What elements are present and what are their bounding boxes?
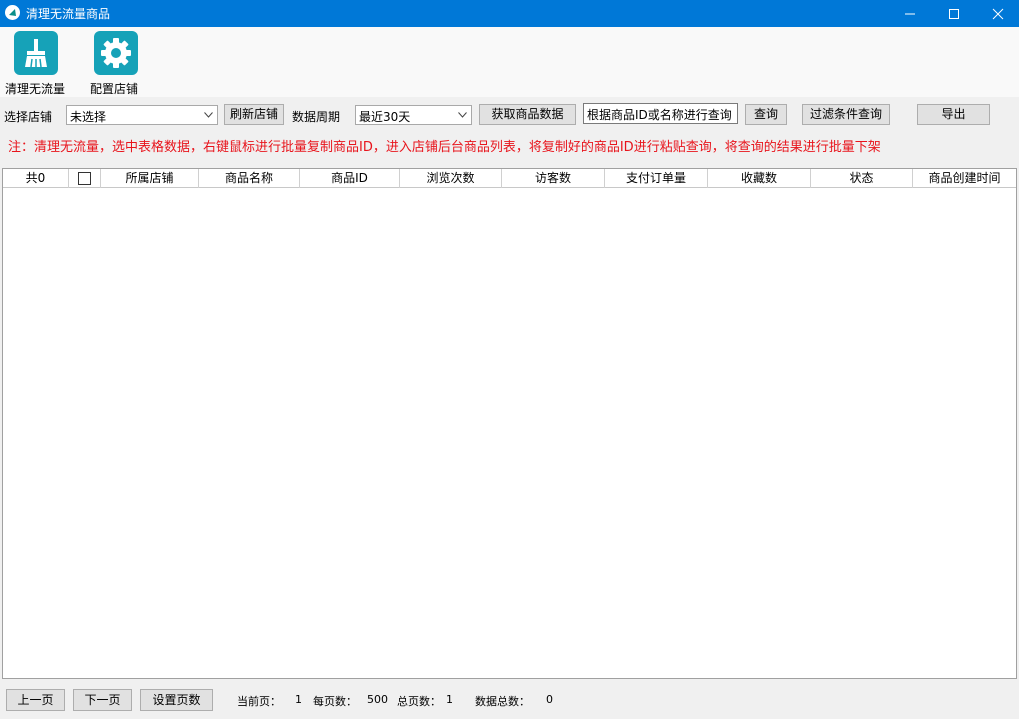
data-table[interactable]: 共0 所属店铺 商品名称 商品ID 浏览次数 访客数 支付订单量 收藏数 状态 … — [2, 168, 1017, 679]
total-pages-value: 1 — [446, 693, 453, 706]
minimize-icon — [905, 13, 915, 15]
total-count-label: 数据总数： — [475, 695, 530, 708]
total-pages-label: 总页数： — [397, 695, 441, 708]
current-page-value: 1 — [295, 693, 302, 706]
store-select-label: 选择店铺 — [4, 110, 53, 124]
close-button[interactable] — [975, 0, 1019, 27]
prev-page-button[interactable]: 上一页 — [6, 689, 65, 711]
maximize-icon — [949, 9, 959, 19]
per-page-value: 500 — [367, 693, 388, 706]
fetch-data-button[interactable]: 获取商品数据 — [479, 104, 576, 125]
column-header-product-id[interactable]: 商品ID — [300, 169, 400, 188]
column-header-select[interactable] — [69, 169, 101, 188]
broom-icon — [14, 31, 58, 75]
column-header-count[interactable]: 共0 — [3, 169, 69, 188]
gear-icon — [94, 31, 138, 75]
period-select-label: 数据周期 — [292, 110, 341, 124]
query-button[interactable]: 查询 — [745, 104, 787, 125]
clean-no-traffic-button[interactable]: 清理无流量 — [0, 31, 70, 96]
filter-query-button[interactable]: 过滤条件查询 — [802, 104, 890, 125]
table-header: 共0 所属店铺 商品名称 商品ID 浏览次数 访客数 支付订单量 收藏数 状态 … — [3, 169, 1016, 188]
close-icon — [992, 8, 1004, 20]
app-logo-icon — [5, 5, 20, 20]
column-header-store[interactable]: 所属店铺 — [101, 169, 199, 188]
per-page-label: 每页数： — [313, 695, 357, 708]
store-select[interactable]: 未选择 — [66, 105, 218, 125]
maximize-button[interactable] — [931, 0, 977, 27]
period-select-value: 最近30天 — [359, 110, 411, 124]
total-count-value: 0 — [546, 693, 553, 706]
column-header-product-name[interactable]: 商品名称 — [199, 169, 300, 188]
title-bar: 清理无流量商品 — [0, 0, 1019, 27]
column-header-views[interactable]: 浏览次数 — [400, 169, 502, 188]
toolbar: 清理无流量 配置店铺 — [0, 27, 1019, 97]
select-all-checkbox[interactable] — [78, 172, 91, 185]
search-input[interactable]: 根据商品ID或名称进行查询 — [583, 103, 738, 124]
column-header-favorites[interactable]: 收藏数 — [708, 169, 811, 188]
column-header-visitors[interactable]: 访客数 — [502, 169, 605, 188]
store-select-value: 未选择 — [70, 110, 107, 124]
refresh-store-button[interactable]: 刷新店铺 — [224, 104, 284, 125]
export-button[interactable]: 导出 — [917, 104, 990, 125]
current-page-label: 当前页： — [237, 695, 281, 708]
window-title: 清理无流量商品 — [26, 7, 111, 21]
minimize-button[interactable] — [887, 0, 933, 27]
column-header-paid-orders[interactable]: 支付订单量 — [605, 169, 708, 188]
chevron-down-icon — [204, 112, 213, 118]
chevron-down-icon — [458, 112, 467, 118]
usage-notice: 注：清理无流量，选中表格数据，右键鼠标进行批量复制商品ID，进入店铺后台商品列表… — [8, 140, 881, 155]
set-page-button[interactable]: 设置页数 — [140, 689, 213, 711]
config-store-label: 配置店铺 — [90, 82, 139, 96]
clean-no-traffic-label: 清理无流量 — [5, 82, 66, 96]
column-header-status[interactable]: 状态 — [811, 169, 913, 188]
period-select[interactable]: 最近30天 — [355, 105, 472, 125]
config-store-button[interactable]: 配置店铺 — [85, 31, 149, 96]
next-page-button[interactable]: 下一页 — [73, 689, 132, 711]
column-header-created-time[interactable]: 商品创建时间 — [913, 169, 1016, 188]
